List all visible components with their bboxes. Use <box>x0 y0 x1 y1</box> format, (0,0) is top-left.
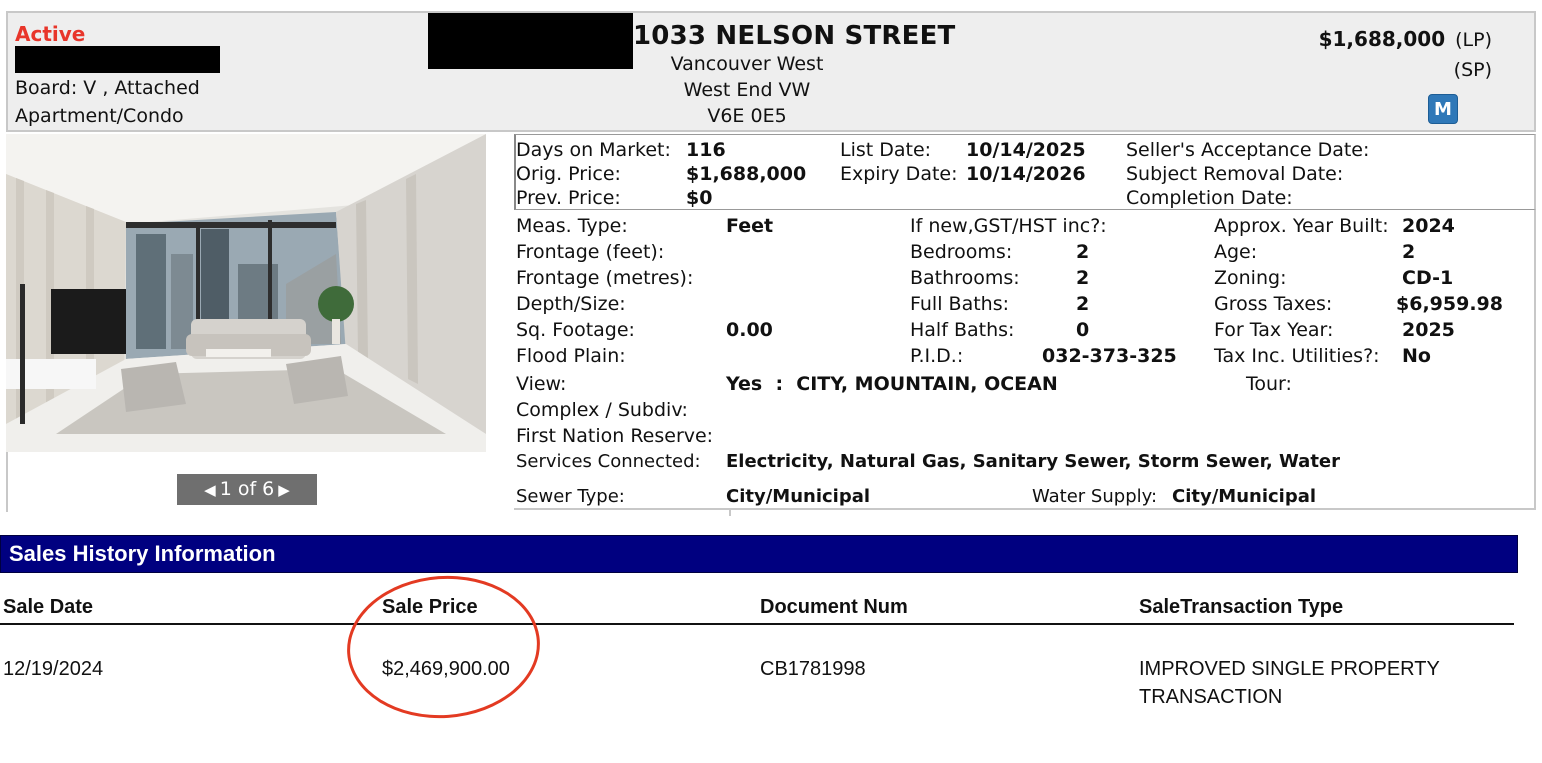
first-nation-label: First Nation Reserve: <box>516 425 714 447</box>
full-baths-label: Full Baths: <box>910 293 1009 315</box>
zoning-label: Zoning: <box>1214 267 1287 289</box>
services-value: Electricity, Natural Gas, Sanitary Sewer… <box>726 451 1341 472</box>
photo-pager: ◀ 1 of 6 ▶ <box>177 474 317 505</box>
living-room-photo-icon <box>6 134 486 452</box>
column-header-transaction-type: SaleTransaction Type <box>1139 596 1344 618</box>
full-baths-value: 2 <box>1076 293 1090 315</box>
tax-utilities-label: Tax Inc. Utilities?: <box>1214 345 1380 367</box>
bathrooms-label: Bathrooms: <box>910 267 1020 289</box>
frontage-metres-label: Frontage (metres): <box>516 267 694 289</box>
prev-price-value: $0 <box>686 187 713 209</box>
bathrooms-value: 2 <box>1076 267 1090 289</box>
property-type: Apartment/Condo <box>15 105 184 127</box>
transaction-type-line: IMPROVED SINGLE PROPERTY <box>1139 658 1440 680</box>
bedrooms-value: 2 <box>1076 241 1090 263</box>
list-date-value: 10/14/2025 <box>966 139 1086 161</box>
sewer-type-label: Sewer Type: <box>516 486 625 507</box>
prev-price-label: Prev. Price: <box>516 187 621 209</box>
view-value: Yes : CITY, MOUNTAIN, OCEAN <box>726 373 1058 395</box>
list-price: $1,688,000 <box>1318 27 1446 51</box>
m-badge-icon[interactable]: M <box>1428 94 1458 124</box>
half-baths-label: Half Baths: <box>910 319 1015 341</box>
details-border <box>1534 210 1536 510</box>
meas-type-value: Feet <box>726 215 774 237</box>
listing-header: Active Board: V , Attached Apartment/Con… <box>6 11 1536 132</box>
table-header-divider <box>0 623 1514 625</box>
annotation-circle <box>342 569 545 725</box>
sales-history-title: Sales History Information <box>9 541 276 566</box>
half-baths-value: 0 <box>1076 319 1090 341</box>
area: Vancouver West <box>670 53 824 75</box>
pid-label: P.I.D.: <box>910 345 964 367</box>
pid-value: 032-373-325 <box>1042 345 1177 367</box>
details-border <box>514 508 1536 510</box>
gross-taxes-label: Gross Taxes: <box>1214 293 1333 315</box>
tax-utilities-value: No <box>1402 345 1431 367</box>
orig-price-label: Orig. Price: <box>516 163 621 185</box>
details-border <box>729 508 731 516</box>
services-label: Services Connected: <box>516 451 701 472</box>
age-value: 2 <box>1402 241 1416 263</box>
transaction-type-cell: IMPROVED SINGLE PROPERTY TRANSACTION <box>1139 655 1440 711</box>
flood-plain-label: Flood Plain: <box>516 345 626 367</box>
listing-address: 1033 NELSON STREET <box>633 21 956 51</box>
column-header-document-num: Document Num <box>760 596 908 618</box>
tour-label: Tour: <box>1246 373 1292 395</box>
prev-photo-arrow-icon[interactable]: ◀ <box>200 475 220 506</box>
water-supply-label: Water Supply: <box>1032 486 1158 507</box>
redaction-block <box>15 46 220 73</box>
age-label: Age: <box>1214 241 1258 263</box>
tax-year-label: For Tax Year: <box>1214 319 1334 341</box>
bedrooms-label: Bedrooms: <box>910 241 1013 263</box>
zoning-value: CD-1 <box>1402 267 1454 289</box>
transaction-type-line: TRANSACTION <box>1139 686 1283 708</box>
depth-size-label: Depth/Size: <box>516 293 626 315</box>
document-num-cell: CB1781998 <box>760 658 866 680</box>
orig-price-value: $1,688,000 <box>686 163 807 185</box>
sp-label: (SP) <box>1453 59 1492 81</box>
column-header-sale-date: Sale Date <box>3 596 94 618</box>
completion-date-label: Completion Date: <box>1126 187 1293 209</box>
dom-value: 116 <box>686 139 726 161</box>
dom-label: Days on Market: <box>516 139 671 161</box>
list-price-row: $1,688,000 (LP) <box>1319 27 1492 51</box>
next-photo-arrow-icon[interactable]: ▶ <box>274 475 294 506</box>
expiry-date-label: Expiry Date: <box>840 163 958 185</box>
gst-label: If new,GST/HST inc?: <box>910 215 1107 237</box>
sewer-type-value: City/Municipal <box>726 486 871 507</box>
year-built-label: Approx. Year Built: <box>1214 215 1389 237</box>
complex-subdiv-label: Complex / Subdiv: <box>516 399 688 421</box>
sub-area: West End VW <box>683 79 811 101</box>
board-info: Board: V , Attached <box>15 77 200 99</box>
photo-frame-edge <box>6 452 8 512</box>
list-date-label: List Date: <box>840 139 932 161</box>
sale-date-cell: 12/19/2024 <box>3 658 104 680</box>
view-label: View: <box>516 373 567 395</box>
sales-history-bar: Sales History Information <box>0 535 1518 573</box>
gross-taxes-value: $6,959.98 <box>1396 293 1503 315</box>
pager-text: 1 of 6 <box>219 478 275 500</box>
postal-code: V6E 0E5 <box>707 105 787 127</box>
meas-type-label: Meas. Type: <box>516 215 628 237</box>
listing-status: Active <box>15 22 86 46</box>
tax-year-value: 2025 <box>1402 319 1455 341</box>
water-supply-value: City/Municipal <box>1172 486 1317 507</box>
sq-footage-value: 0.00 <box>726 319 773 341</box>
frontage-feet-label: Frontage (feet): <box>516 241 665 263</box>
lp-label: (LP) <box>1455 29 1492 51</box>
seller-acceptance-label: Seller's Acceptance Date: <box>1126 139 1370 161</box>
listing-photo[interactable] <box>6 134 486 452</box>
sq-footage-label: Sq. Footage: <box>516 319 635 341</box>
expiry-date-value: 10/14/2026 <box>966 163 1086 185</box>
subject-removal-label: Subject Removal Date: <box>1126 163 1344 185</box>
year-built-value: 2024 <box>1402 215 1455 237</box>
